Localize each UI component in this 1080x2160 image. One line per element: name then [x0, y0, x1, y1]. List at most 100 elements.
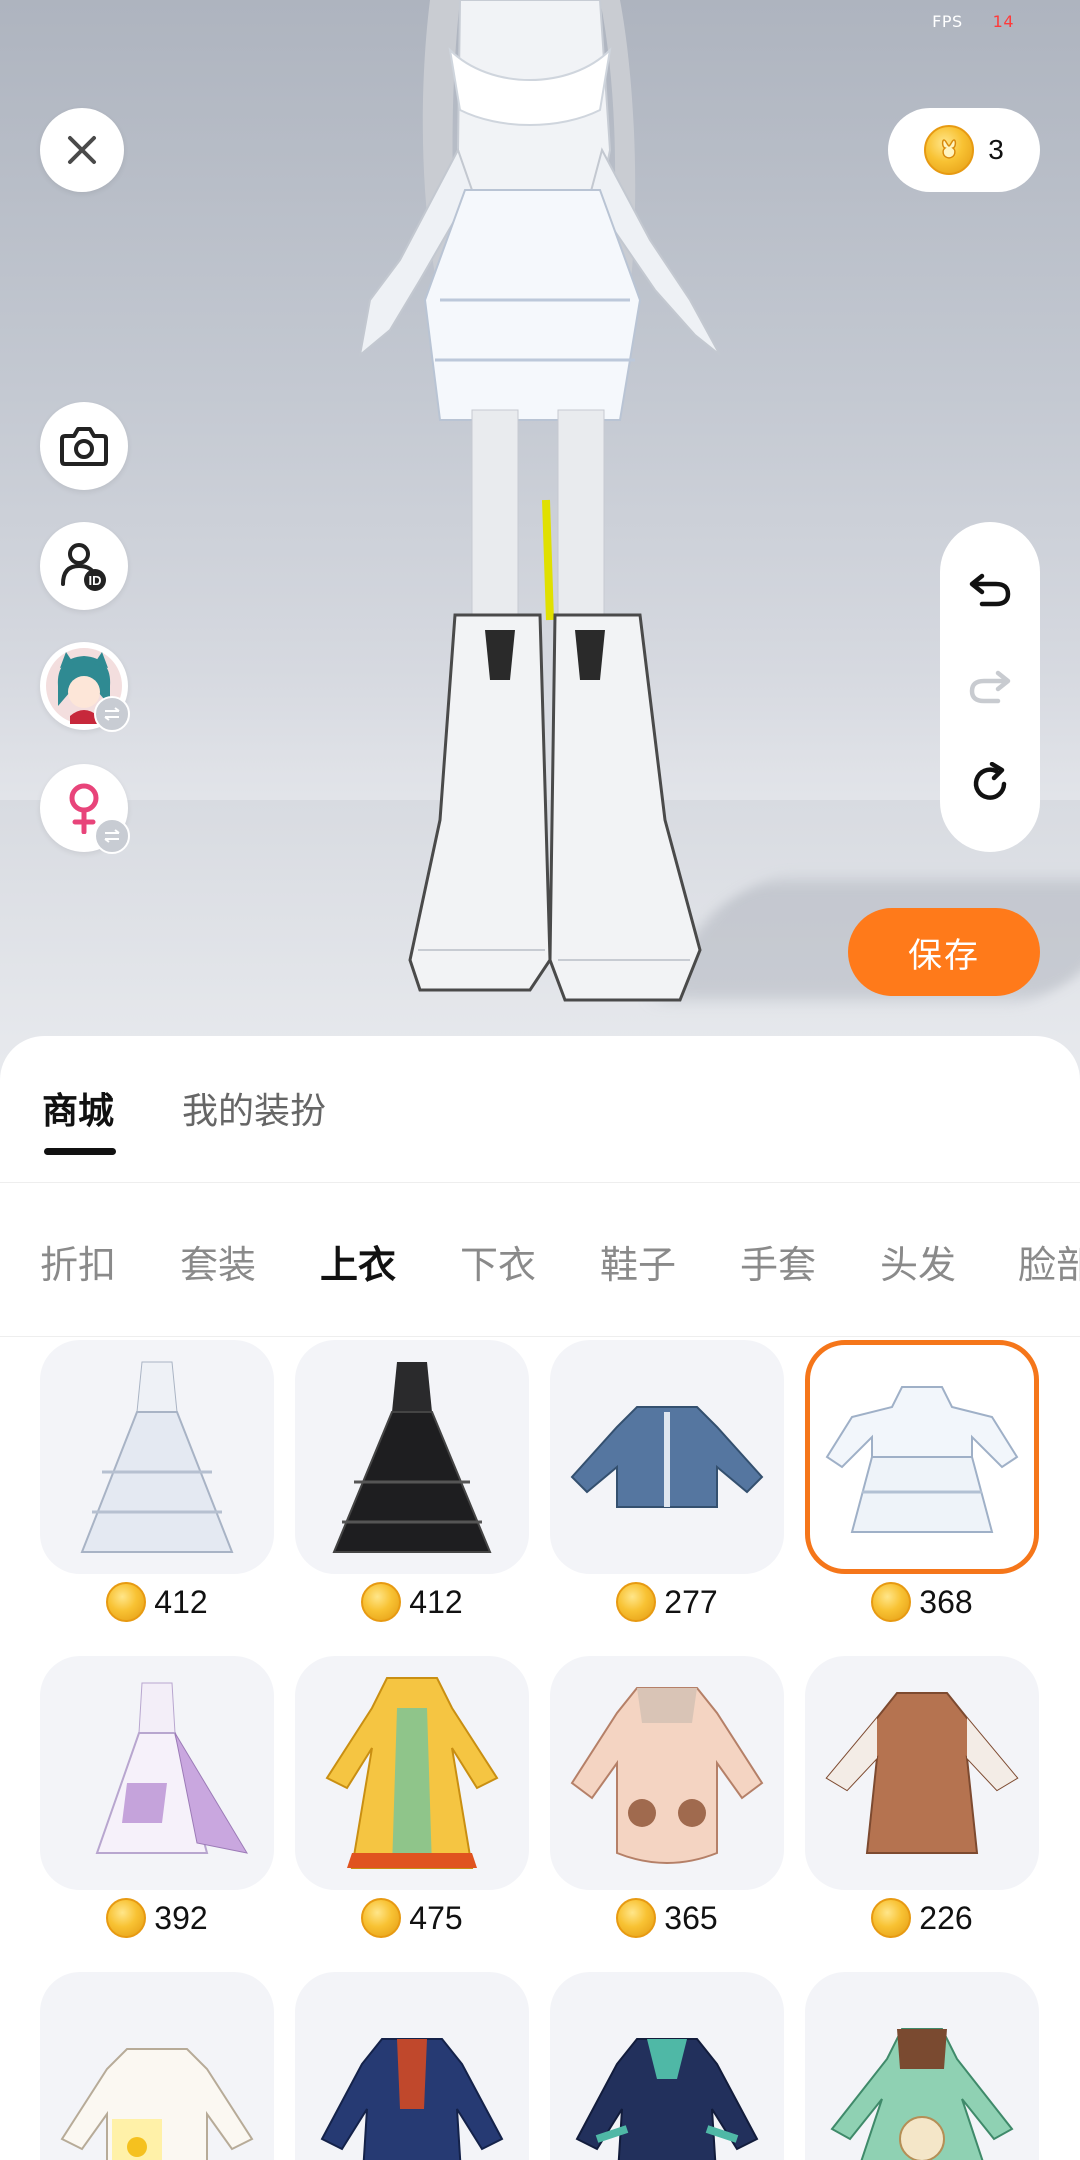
store-tabs: 商城 我的装扮 — [0, 1036, 1080, 1183]
shop-item[interactable]: 475 — [295, 1656, 529, 1946]
avatar-viewport[interactable]: FPS 14 3 ID 保存 — [0, 0, 1080, 1080]
price-value: 226 — [919, 1899, 973, 1936]
item-price: 368 — [805, 1574, 1039, 1630]
swap-icon — [94, 818, 130, 854]
item-thumbnail — [295, 1656, 529, 1890]
price-value: 368 — [919, 1583, 973, 1620]
bunny-coin-icon — [871, 1582, 912, 1622]
price-value: 277 — [664, 1583, 718, 1620]
category-tab-gloves[interactable]: 手套 — [740, 1234, 816, 1289]
redo-button[interactable] — [960, 657, 1020, 717]
gender-switch-button[interactable] — [40, 764, 130, 854]
category-tab-face[interactable]: 脸部 — [1018, 1234, 1080, 1289]
shop-item[interactable] — [295, 1972, 529, 2160]
duck-hoodie-icon — [60, 2048, 254, 2160]
shop-item[interactable]: 392 — [40, 1656, 274, 1946]
peach-bear-coat-icon — [570, 1687, 764, 1864]
svg-text:ID: ID — [89, 573, 102, 588]
item-thumbnail — [550, 1340, 784, 1574]
shop-item[interactable] — [805, 1972, 1039, 2160]
close-icon — [68, 136, 96, 164]
bunny-coin-icon — [616, 1898, 657, 1938]
item-thumbnail — [40, 1340, 274, 1574]
item-thumbnail — [295, 1972, 529, 2160]
category-tab-bottoms[interactable]: 下衣 — [460, 1234, 536, 1289]
user-id-button[interactable]: ID — [40, 522, 128, 610]
wardrobe-sheet: 商城 我的装扮 折扣 套装 上衣 下衣 鞋子 手套 头发 脸部 412 — [0, 1036, 1080, 2160]
category-tab-sets[interactable]: 套装 — [180, 1234, 256, 1289]
price-value: 365 — [664, 1899, 718, 1936]
close-button[interactable] — [40, 108, 124, 192]
item-thumbnail — [40, 1656, 274, 1890]
edit-history-panel — [940, 522, 1040, 852]
item-thumbnail — [295, 1340, 529, 1574]
lilac-cape-dress-icon — [95, 1682, 249, 1854]
navy-teal-coat-icon — [575, 2038, 759, 2160]
price-value: 412 — [409, 1583, 463, 1620]
bunny-coin-icon — [871, 1898, 912, 1938]
shop-item-selected[interactable]: 368 — [805, 1340, 1039, 1630]
black-ball-gown-icon — [332, 1362, 492, 1553]
category-tab-tops[interactable]: 上衣 — [320, 1234, 396, 1289]
camera-icon — [60, 427, 108, 466]
redo-icon — [969, 670, 1011, 704]
navy-embroidered-coat-icon — [320, 2038, 504, 2160]
item-price: 412 — [295, 1574, 529, 1630]
item-thumbnail — [550, 1656, 784, 1890]
reset-icon — [973, 761, 1007, 800]
item-price: 412 — [40, 1574, 274, 1630]
shop-item[interactable]: 412 — [295, 1340, 529, 1630]
avatar-switch-button[interactable] — [40, 642, 130, 732]
category-tab-shoes[interactable]: 鞋子 — [600, 1234, 676, 1289]
item-thumbnail — [805, 1972, 1039, 2160]
save-button[interactable]: 保存 — [848, 908, 1040, 996]
item-thumbnail — [805, 1340, 1039, 1574]
user-id-icon: ID — [61, 543, 106, 591]
bunny-coin-icon — [361, 1898, 402, 1938]
category-tab-hair[interactable]: 头发 — [880, 1234, 956, 1289]
price-value: 475 — [409, 1899, 463, 1936]
blue-jacket-icon — [570, 1406, 764, 1508]
bunny-coin-icon — [924, 125, 975, 175]
bunny-coin-icon — [361, 1582, 402, 1622]
price-value: 392 — [154, 1899, 208, 1936]
item-thumbnail — [40, 1972, 274, 2160]
shop-item[interactable] — [40, 1972, 274, 2160]
bunny-coin-icon — [106, 1582, 147, 1622]
shop-item[interactable] — [550, 1972, 784, 2160]
white-lace-dress-icon — [825, 1386, 1019, 1533]
category-tabs: 折扣 套装 上衣 下衣 鞋子 手套 头发 脸部 — [0, 1182, 1080, 1337]
price-value: 412 — [154, 1583, 208, 1620]
white-ball-gown-icon — [80, 1361, 234, 1553]
item-thumbnail — [550, 1972, 784, 2160]
brown-sweater-dress-icon — [825, 1692, 1019, 1854]
shop-item[interactable]: 226 — [805, 1656, 1039, 1946]
active-tab-indicator — [44, 1148, 116, 1155]
fps-label: FPS — [932, 12, 963, 31]
item-price: 475 — [295, 1890, 529, 1946]
camera-button[interactable] — [40, 402, 128, 490]
swap-icon — [94, 696, 130, 732]
undo-icon — [969, 574, 1011, 607]
fps-value: 14 — [992, 12, 1014, 31]
reset-button[interactable] — [960, 754, 1020, 814]
item-price: 277 — [550, 1574, 784, 1630]
category-tab-discount[interactable]: 折扣 — [40, 1234, 116, 1289]
item-price: 392 — [40, 1890, 274, 1946]
shop-item[interactable]: 412 — [40, 1340, 274, 1630]
undo-button[interactable] — [960, 560, 1020, 620]
tab-my-outfits[interactable]: 我的装扮 — [182, 1082, 326, 1134]
shop-item[interactable]: 365 — [550, 1656, 784, 1946]
bunny-coin-icon — [106, 1898, 147, 1938]
item-price: 226 — [805, 1890, 1039, 1946]
coin-balance: 3 — [888, 108, 1040, 192]
shop-item[interactable]: 277 — [550, 1340, 784, 1630]
bunny-coin-icon — [616, 1582, 657, 1622]
fps-counter: FPS 14 — [932, 12, 1014, 31]
golden-hanfu-dress-icon — [325, 1677, 499, 1869]
coin-count: 3 — [988, 134, 1004, 165]
green-lolita-dress-icon — [830, 2028, 1014, 2160]
avatar-model — [358, 0, 721, 1002]
tab-store[interactable]: 商城 — [42, 1082, 114, 1134]
item-thumbnail — [805, 1656, 1039, 1890]
